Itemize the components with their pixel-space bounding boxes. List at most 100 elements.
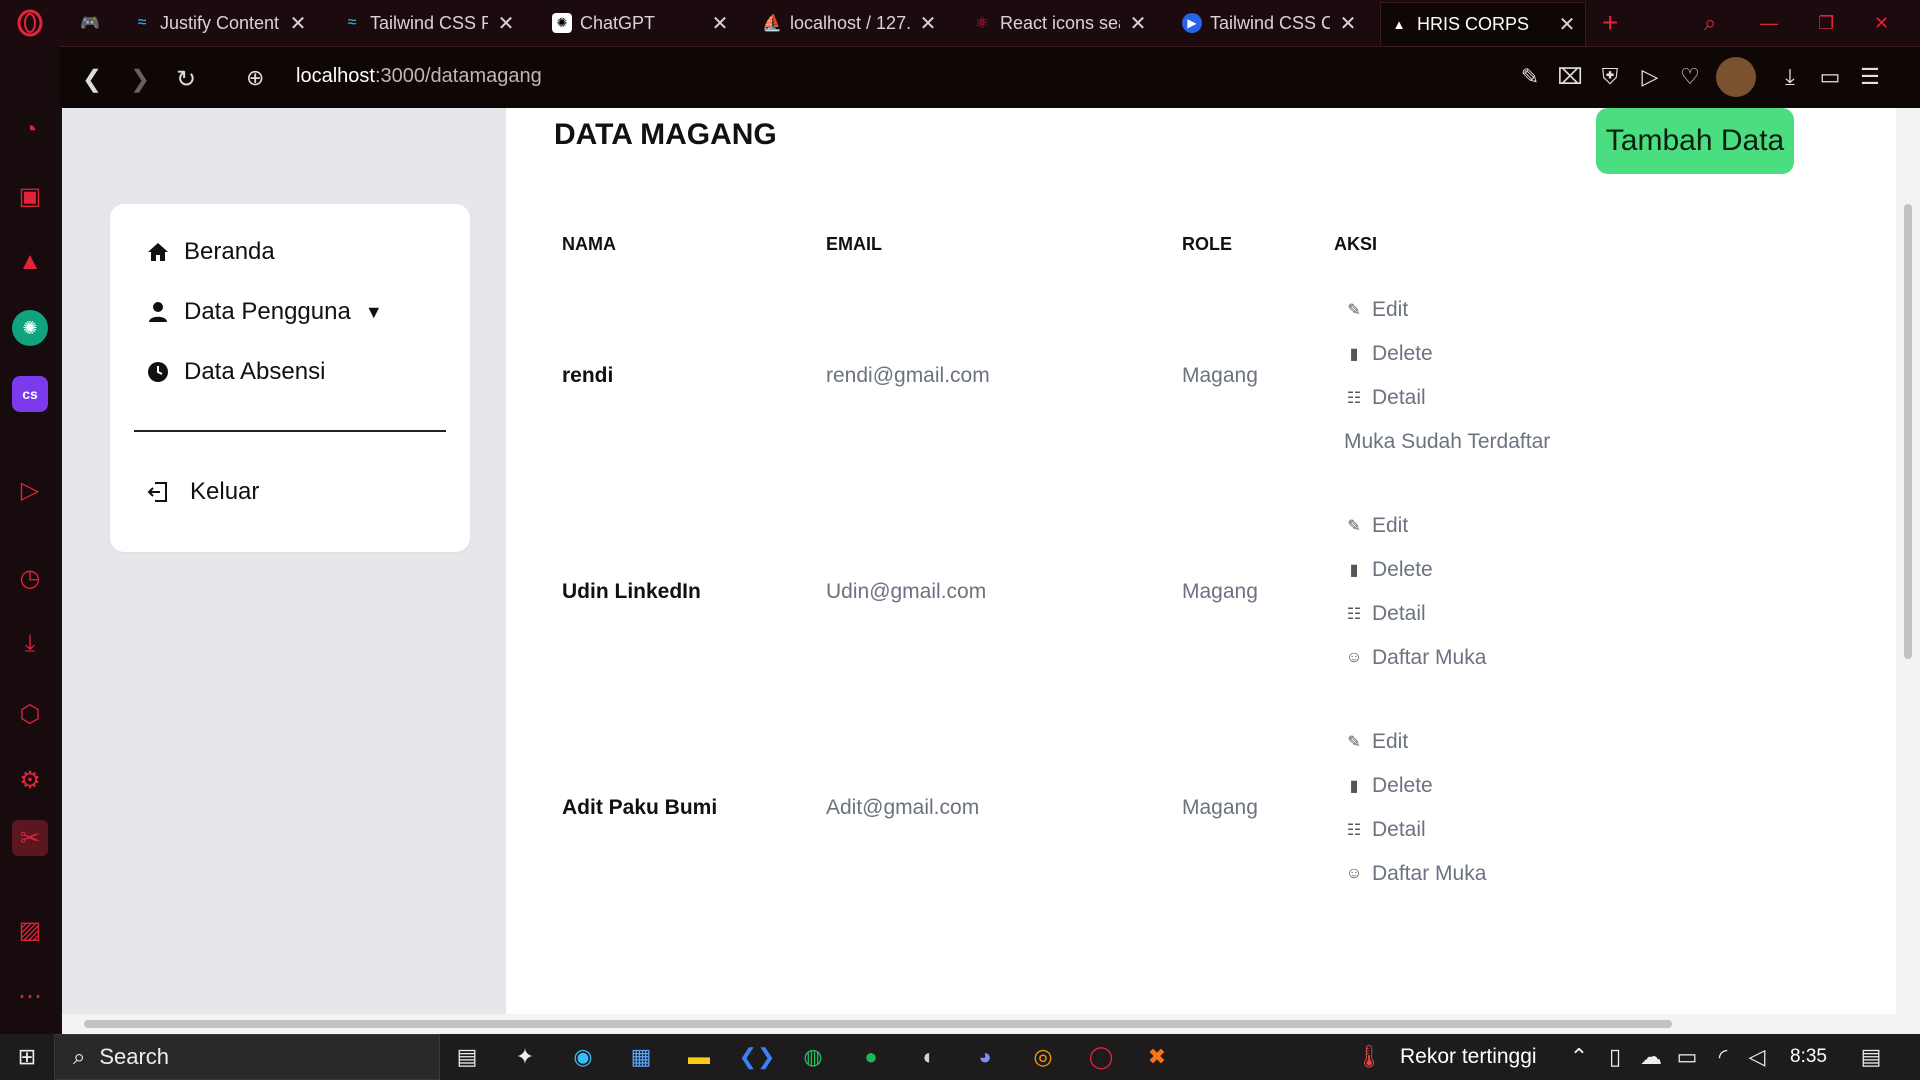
trash-icon: ▮ — [1349, 562, 1359, 579]
whatsapp-icon[interactable]: ◍ — [798, 1042, 828, 1072]
close-icon[interactable]: ✕ — [1338, 11, 1358, 36]
delete-button[interactable]: ▮ Delete — [1344, 774, 1433, 798]
action-label: Detail — [1372, 818, 1426, 841]
close-icon[interactable]: ✕ — [710, 11, 730, 36]
logout-button[interactable]: Keluar — [146, 478, 259, 506]
store-icon[interactable]: ▦ — [626, 1042, 656, 1072]
battery-icon[interactable]: ▭ — [1672, 1042, 1702, 1072]
thermometer-icon: 🌡 — [1355, 1044, 1383, 1069]
volume-icon[interactable]: ◁ — [1742, 1042, 1772, 1072]
tab-react-icons[interactable]: ⚛ React icons sear ✕ — [964, 4, 1156, 42]
edit-button[interactable]: ✎ Edit — [1344, 298, 1408, 322]
horizontal-scrollbar[interactable] — [62, 1014, 1896, 1034]
chrome-icon[interactable]: ◎ — [1028, 1042, 1058, 1072]
gallery-icon[interactable]: ▨ — [12, 912, 48, 948]
vscode-icon[interactable]: ❮❯ — [739, 1042, 776, 1072]
download-icon[interactable]: ⤓ — [1776, 63, 1804, 91]
delete-button[interactable]: ▮ Delete — [1344, 558, 1433, 582]
chevron-up-icon[interactable]: ⌃ — [1564, 1042, 1594, 1072]
scroll-thumb[interactable] — [1904, 204, 1912, 659]
add-data-button[interactable]: Tambah Data — [1596, 108, 1794, 174]
close-icon[interactable]: ✕ — [1557, 12, 1577, 37]
tab-label: Tailwind CSS Pad — [370, 12, 488, 33]
spotify-icon[interactable]: ● — [856, 1042, 886, 1072]
tab-justify-content[interactable]: ≈ Justify Content ✕ — [124, 4, 316, 42]
avatar[interactable] — [1716, 57, 1756, 97]
app-icon[interactable]: ✦ — [510, 1042, 540, 1072]
box-icon[interactable]: ⬡ — [12, 696, 48, 732]
close-icon[interactable]: ✕ — [496, 11, 516, 36]
aria-logo-icon[interactable]: ▲ — [12, 244, 48, 280]
adblock-icon[interactable]: ⛨ — [1596, 63, 1624, 91]
tab-chatgpt[interactable]: ✺ ChatGPT ✕ — [544, 4, 738, 42]
opera-menu-button[interactable] — [0, 4, 60, 42]
register-face-button[interactable]: ☺ Daftar Muka — [1344, 862, 1487, 886]
tab-game[interactable]: 🎮 — [72, 4, 112, 42]
new-tab-button[interactable]: + — [1594, 4, 1634, 42]
trash-icon: ▮ — [1349, 346, 1359, 363]
scroll-thumb[interactable] — [84, 1020, 1672, 1028]
tab-label: Justify Content — [160, 12, 280, 33]
restore-button[interactable]: ❐ — [1810, 4, 1850, 42]
detail-button[interactable]: ☷ Detail — [1344, 386, 1426, 410]
easy-setup-icon[interactable]: ☰ — [1856, 63, 1884, 91]
edit-icon[interactable]: ✎ — [1516, 63, 1544, 91]
steam-icon[interactable]: ◐ — [914, 1042, 944, 1072]
task-view-icon[interactable]: ▤ — [452, 1042, 482, 1072]
xampp-icon[interactable]: ✖ — [1142, 1042, 1172, 1072]
tab-label: React icons sear — [1000, 12, 1120, 33]
tab-phpmyadmin[interactable]: ⛵ localhost / 127.0 ✕ — [754, 4, 946, 42]
edit-button[interactable]: ✎ Edit — [1344, 730, 1408, 754]
register-face-button[interactable]: ☺ Daftar Muka — [1344, 646, 1487, 670]
download-icon[interactable]: ⤓ — [12, 626, 48, 662]
history-icon[interactable]: ◷ — [12, 560, 48, 596]
detail-button[interactable]: ☷ Detail — [1344, 818, 1426, 842]
speed-dial-icon[interactable]: ◔ — [12, 112, 48, 148]
close-icon[interactable]: ✕ — [918, 11, 938, 36]
camera-icon[interactable]: ⌧ — [1556, 63, 1584, 91]
caret-down-icon[interactable]: ▼ — [365, 302, 383, 323]
detail-button[interactable]: ☷ Detail — [1344, 602, 1426, 626]
notification-icon[interactable]: ▤ — [1856, 1042, 1886, 1072]
discord-icon[interactable]: ◕ — [970, 1042, 1000, 1072]
clock-time[interactable]: 8:35 — [1790, 1046, 1827, 1068]
opera-icon[interactable]: ◯ — [1086, 1042, 1116, 1072]
taskbar-search[interactable]: ⌕ Search — [54, 1034, 440, 1080]
close-icon[interactable]: ✕ — [288, 11, 308, 36]
phone-link-icon[interactable]: ▯ — [1600, 1042, 1630, 1072]
tab-flowbite[interactable]: ▶ Tailwind CSS Ca ✕ — [1174, 4, 1366, 42]
battery-saver-icon[interactable]: ▭ — [1816, 63, 1844, 91]
sidebar-item-data-absensi[interactable]: Data Absensi — [146, 358, 325, 386]
minimize-button[interactable]: — — [1752, 4, 1792, 42]
wifi-icon[interactable]: ◜ — [1708, 1042, 1738, 1072]
aria-icon[interactable]: ▣ — [12, 178, 48, 214]
chatgpt-icon[interactable]: ✺ — [12, 310, 48, 346]
player-icon[interactable]: ▷ — [12, 472, 48, 508]
more-icon[interactable]: ⋯ — [12, 978, 48, 1014]
onedrive-icon[interactable]: ☁ — [1636, 1042, 1666, 1072]
vertical-scrollbar[interactable] — [1896, 108, 1920, 1034]
sidebar-item-beranda[interactable]: Beranda — [146, 238, 275, 266]
tab-label: Tailwind CSS Ca — [1210, 12, 1330, 33]
tab-search-button[interactable]: ⌕ — [1696, 4, 1736, 42]
file-explorer-icon[interactable]: ▬ — [684, 1042, 714, 1072]
tab-hris-corps[interactable]: ▲ HRIS CORPS ✕ — [1380, 2, 1586, 46]
edit-button[interactable]: ✎ Edit — [1344, 514, 1408, 538]
forward-button[interactable]: ❯ — [130, 65, 150, 94]
url-field[interactable]: localhost:3000/datamagang — [296, 65, 542, 88]
settings-icon[interactable]: ⚙ — [12, 762, 48, 798]
tab-tailwind-pad[interactable]: ≈ Tailwind CSS Pad ✕ — [334, 4, 524, 42]
cs-app-icon[interactable]: cs — [12, 376, 48, 412]
heart-icon[interactable]: ♡ — [1676, 63, 1704, 91]
back-button[interactable]: ❮ — [82, 65, 102, 94]
edge-icon[interactable]: ◉ — [568, 1042, 598, 1072]
send-icon[interactable]: ▷ — [1636, 63, 1664, 91]
tools-icon[interactable]: ✂ — [12, 820, 48, 856]
delete-button[interactable]: ▮ Delete — [1344, 342, 1433, 366]
reload-button[interactable]: ↻ — [176, 65, 196, 94]
sidebar-item-data-pengguna[interactable]: Data Pengguna ▼ — [146, 298, 383, 326]
windows-start-icon[interactable]: ⊞ — [12, 1042, 42, 1072]
close-window-button[interactable]: ✕ — [1866, 4, 1906, 42]
weather-text[interactable]: Rekor tertinggi — [1400, 1045, 1537, 1069]
close-icon[interactable]: ✕ — [1128, 11, 1148, 36]
